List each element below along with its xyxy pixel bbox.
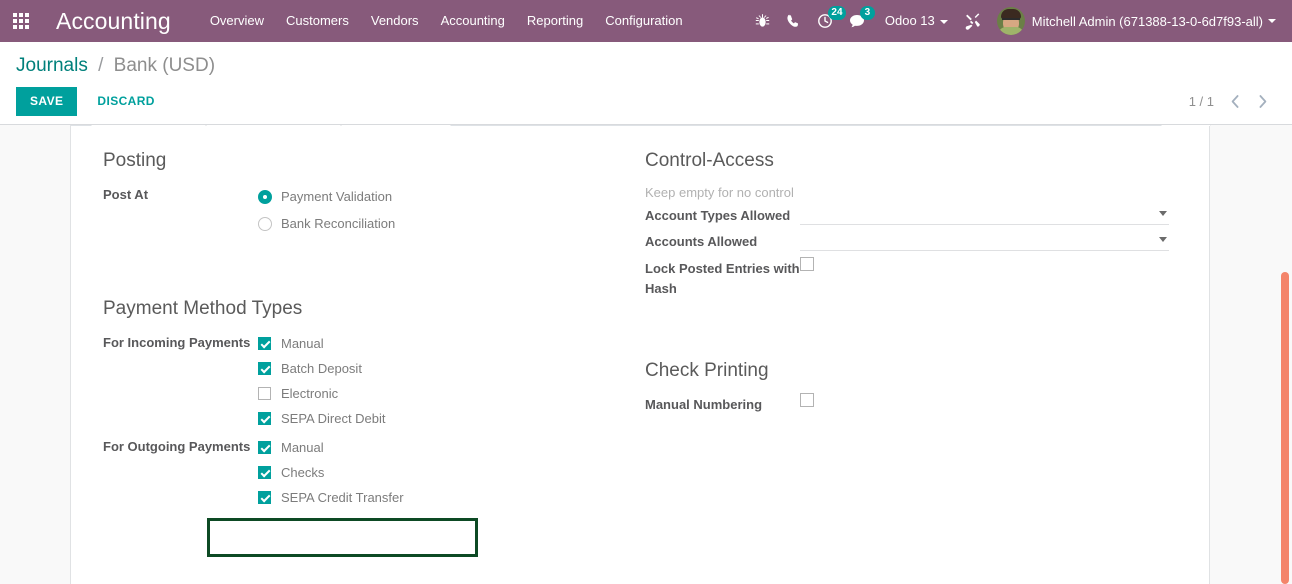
database-label: Odoo 13 (885, 13, 935, 28)
menu-item-overview[interactable]: Overview (199, 0, 275, 42)
pager-next-button[interactable] (1249, 92, 1276, 111)
top-navbar: Accounting Overview Customers Vendors Ac… (0, 0, 1292, 42)
database-selector[interactable]: Odoo 13 (873, 0, 956, 42)
messaging-count-badge: 3 (860, 6, 875, 20)
radio-payment-validation[interactable] (258, 190, 272, 204)
menu-item-configuration[interactable]: Configuration (594, 0, 693, 42)
field-label-accounts-allowed: Accounts Allowed (645, 230, 800, 252)
checkbox-incoming-batch-deposit[interactable] (258, 362, 271, 375)
debug-tools-icon[interactable] (956, 0, 989, 42)
apps-menu-toggle[interactable] (0, 0, 42, 42)
phone-icon[interactable] (778, 0, 809, 42)
form-column-left: Posting Post At Payment Validation Bank … (103, 149, 640, 512)
app-brand-accounting[interactable]: Accounting (42, 8, 185, 35)
checkbox-label-incoming-manual[interactable]: Manual (281, 336, 324, 351)
field-label-lock-posted-entries-with-hash: Lock Posted Entries with Hash (645, 257, 800, 299)
form-sheet: Posting Post At Payment Validation Bank … (70, 125, 1210, 584)
accounts-allowed-input[interactable] (800, 230, 1169, 251)
chevron-down-icon (940, 20, 948, 24)
checkbox-lock-posted-entries-with-hash[interactable] (800, 257, 814, 271)
radio-option-payment-validation[interactable]: Payment Validation (258, 183, 630, 210)
menu-item-vendors[interactable]: Vendors (360, 0, 430, 42)
checkbox-incoming-manual[interactable] (258, 337, 271, 350)
apps-grid-icon (13, 13, 29, 29)
group-title-check-printing: Check Printing (645, 359, 1177, 383)
menu-item-customers[interactable]: Customers (275, 0, 360, 42)
messaging-menu-icon[interactable]: 3 (841, 0, 873, 42)
field-inbound-payment-methods: For Incoming Payments Manual Batch Depos… (103, 331, 630, 431)
breadcrumb-item-journals[interactable]: Journals (16, 55, 88, 76)
checkbox-label-incoming-batch-deposit[interactable]: Batch Deposit (281, 361, 362, 376)
menu-item-accounting[interactable]: Accounting (430, 0, 516, 42)
account-types-allowed-input[interactable] (800, 204, 1169, 225)
form-scroll-area: Posting Post At Payment Validation Bank … (0, 125, 1292, 584)
breadcrumb: Journals / Bank (USD) (16, 42, 1276, 78)
checkbox-incoming-sepa-direct-debit[interactable] (258, 412, 271, 425)
form-column-right: Control-Access Keep empty for no control… (640, 149, 1177, 512)
main-menu: Overview Customers Vendors Accounting Re… (199, 0, 694, 42)
checkbox-option-incoming-batch-deposit[interactable]: Batch Deposit (258, 356, 630, 381)
chevron-down-icon (1159, 237, 1167, 242)
field-manual-numbering: Manual Numbering (645, 393, 1177, 415)
field-account-types-allowed: Account Types Allowed (645, 204, 1177, 226)
checkbox-option-incoming-sepa-direct-debit[interactable]: SEPA Direct Debit (258, 406, 630, 431)
checkbox-outgoing-checks[interactable] (258, 466, 271, 479)
user-menu[interactable]: Mitchell Admin (671388-13-0-6d7f93-all) (989, 0, 1282, 42)
checkbox-outgoing-sepa-credit-transfer[interactable] (258, 491, 271, 504)
field-accounts-allowed: Accounts Allowed (645, 230, 1177, 252)
checkbox-option-outgoing-checks[interactable]: Checks (258, 460, 630, 485)
checkbox-label-incoming-sepa-direct-debit[interactable]: SEPA Direct Debit (281, 411, 386, 426)
highlight-box-sepa-credit-transfer (207, 518, 478, 557)
pager-previous-button[interactable] (1222, 92, 1249, 111)
field-label-manual-numbering: Manual Numbering (645, 393, 800, 415)
checkbox-label-outgoing-checks[interactable]: Checks (281, 465, 324, 480)
field-label-for-incoming-payments: For Incoming Payments (103, 331, 258, 353)
activity-menu-icon[interactable]: 24 (809, 0, 841, 42)
field-post-at: Post At Payment Validation Bank Reconcil… (103, 183, 630, 237)
save-button[interactable]: SAVE (16, 87, 77, 116)
field-label-post-at: Post At (103, 183, 258, 205)
radio-option-bank-reconciliation[interactable]: Bank Reconciliation (258, 210, 630, 237)
systray: 24 3 Odoo 13 (747, 0, 1292, 42)
checkbox-label-outgoing-sepa-credit-transfer[interactable]: SEPA Credit Transfer (281, 490, 404, 505)
radio-label-payment-validation[interactable]: Payment Validation (281, 189, 392, 204)
field-label-for-outgoing-payments: For Outgoing Payments (103, 435, 258, 457)
menu-item-reporting[interactable]: Reporting (516, 0, 594, 42)
field-outbound-payment-methods: For Outgoing Payments Manual Checks (103, 435, 630, 510)
user-menu-label: Mitchell Admin (671388-13-0-6d7f93-all) (1032, 14, 1263, 29)
checkbox-option-incoming-electronic[interactable]: Electronic (258, 381, 630, 406)
bug-icon[interactable] (747, 0, 778, 42)
breadcrumb-separator: / (98, 55, 103, 76)
checkbox-label-outgoing-manual[interactable]: Manual (281, 440, 324, 455)
group-title-payment-method-types: Payment Method Types (103, 297, 630, 321)
field-label-account-types-allowed: Account Types Allowed (645, 204, 800, 226)
control-panel: Journals / Bank (USD) SAVE DISCARD 1 / 1 (0, 42, 1292, 125)
chevron-down-icon (1159, 211, 1167, 216)
radio-bank-reconciliation[interactable] (258, 217, 272, 231)
checkbox-incoming-electronic[interactable] (258, 387, 271, 400)
control-panel-buttons: SAVE DISCARD 1 / 1 (16, 87, 1276, 116)
breadcrumb-item-current: Bank (USD) (114, 55, 215, 76)
radio-label-bank-reconciliation[interactable]: Bank Reconciliation (281, 216, 395, 231)
checkbox-manual-numbering[interactable] (800, 393, 814, 407)
discard-button[interactable]: DISCARD (86, 87, 165, 116)
checkbox-label-incoming-electronic[interactable]: Electronic (281, 386, 338, 401)
checkbox-option-outgoing-sepa-credit-transfer[interactable]: SEPA Credit Transfer (258, 485, 630, 510)
field-lock-posted-entries-with-hash: Lock Posted Entries with Hash (645, 257, 1177, 299)
checkbox-outgoing-manual[interactable] (258, 441, 271, 454)
chevron-down-icon (1268, 19, 1276, 23)
pager-counter: 1 / 1 (1189, 94, 1222, 109)
group-title-control-access: Control-Access (645, 149, 1177, 173)
group-title-posting: Posting (103, 149, 630, 173)
checkbox-option-outgoing-manual[interactable]: Manual (258, 435, 630, 460)
control-access-hint: Keep empty for no control (645, 183, 1177, 203)
form-body: Posting Post At Payment Validation Bank … (71, 125, 1209, 512)
record-pager: 1 / 1 (1189, 92, 1276, 111)
avatar (997, 7, 1025, 35)
checkbox-option-incoming-manual[interactable]: Manual (258, 331, 630, 356)
vertical-scrollbar-thumb[interactable] (1281, 272, 1289, 584)
